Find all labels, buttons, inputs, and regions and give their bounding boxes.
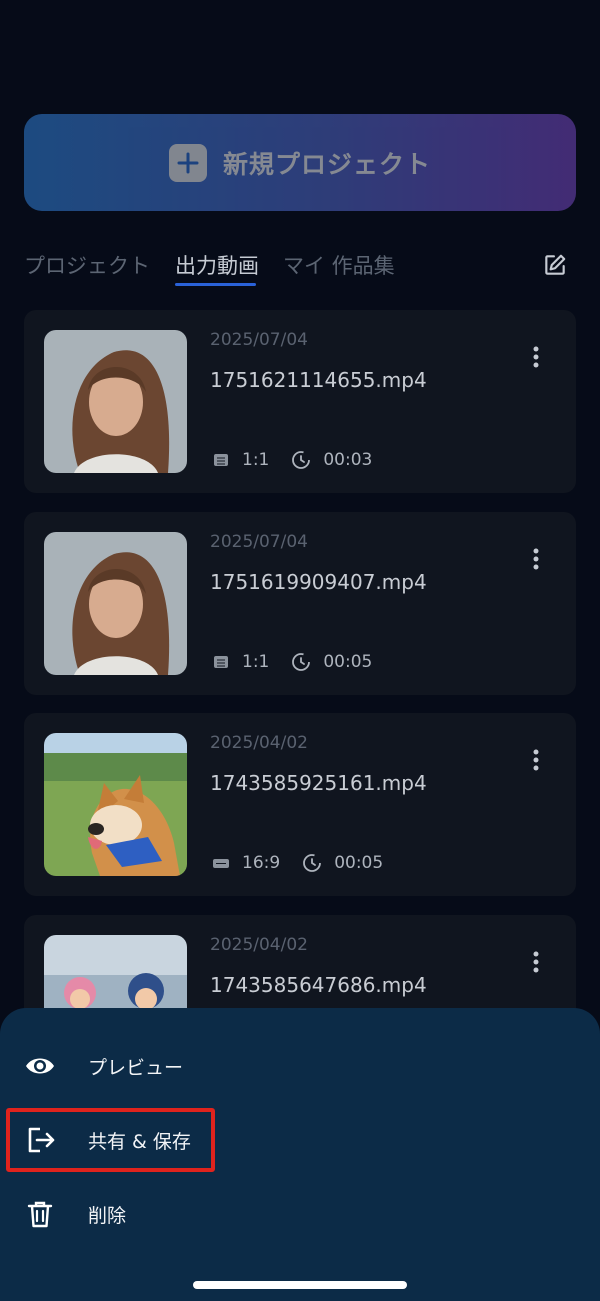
video-meta: 16:9 00:05 xyxy=(212,853,383,873)
video-date: 2025/04/02 xyxy=(210,733,308,753)
aspect-ratio-icon xyxy=(214,656,228,668)
tab-projects[interactable]: プロジェクト xyxy=(24,250,150,280)
video-duration: 00:05 xyxy=(334,853,384,873)
video-card[interactable]: 2025/04/02 1743585925161.mp4 16:9 00:05 xyxy=(24,713,576,896)
new-project-button[interactable]: 新規プロジェクト xyxy=(24,114,576,211)
aspect-ratio-icon xyxy=(214,454,228,466)
video-ratio: 1:1 xyxy=(242,450,270,470)
video-filename: 1743585647686.mp4 xyxy=(210,973,427,997)
more-options-icon[interactable] xyxy=(532,951,540,973)
video-filename: 1751621114655.mp4 xyxy=(210,368,427,392)
video-date: 2025/04/02 xyxy=(210,935,308,955)
video-filename: 1743585925161.mp4 xyxy=(210,771,427,795)
video-date: 2025/07/04 xyxy=(210,532,308,552)
aspect-ratio-icon xyxy=(213,859,229,868)
preview-option[interactable]: プレビュー xyxy=(0,1038,600,1094)
clock-icon xyxy=(292,653,311,671)
video-ratio: 16:9 xyxy=(242,853,281,873)
eye-icon xyxy=(26,1058,54,1074)
highlight-box xyxy=(6,1108,215,1172)
new-project-label: 新規プロジェクト xyxy=(222,149,431,179)
tab-my-works[interactable]: マイ 作品集 xyxy=(283,250,395,280)
video-duration: 00:05 xyxy=(323,652,373,672)
video-thumbnail[interactable] xyxy=(44,330,187,473)
trash-icon xyxy=(27,1201,53,1228)
tab-bar: プロジェクト 出力動画 マイ 作品集 xyxy=(24,250,576,290)
video-date: 2025/07/04 xyxy=(210,330,308,350)
more-options-icon[interactable] xyxy=(532,548,540,570)
more-options-icon[interactable] xyxy=(532,346,540,368)
edit-icon[interactable] xyxy=(542,252,568,278)
clock-icon xyxy=(303,854,322,872)
video-thumbnail[interactable] xyxy=(44,733,187,876)
preview-label: プレビュー xyxy=(88,1057,184,1079)
home-indicator[interactable] xyxy=(193,1281,407,1289)
delete-option[interactable]: 削除 xyxy=(0,1186,600,1242)
more-options-icon[interactable] xyxy=(532,749,540,771)
video-filename: 1751619909407.mp4 xyxy=(210,570,427,594)
active-tab-indicator xyxy=(175,283,256,286)
tab-output-videos[interactable]: 出力動画 xyxy=(175,250,259,280)
video-ratio: 1:1 xyxy=(242,652,270,672)
clock-icon xyxy=(292,451,311,469)
plus-icon xyxy=(168,143,207,182)
screen: 新規プロジェクト プロジェクト 出力動画 マイ 作品集 2025/07/04 1… xyxy=(0,0,600,1301)
video-meta: 1:1 00:05 xyxy=(212,652,372,672)
video-card[interactable]: 2025/07/04 1751621114655.mp4 1:1 00:03 xyxy=(24,310,576,493)
video-thumbnail[interactable] xyxy=(44,532,187,675)
video-duration: 00:03 xyxy=(323,450,373,470)
video-card[interactable]: 2025/07/04 1751619909407.mp4 1:1 00:05 xyxy=(24,512,576,695)
delete-label: 削除 xyxy=(88,1205,127,1227)
video-meta: 1:1 00:03 xyxy=(212,450,372,470)
